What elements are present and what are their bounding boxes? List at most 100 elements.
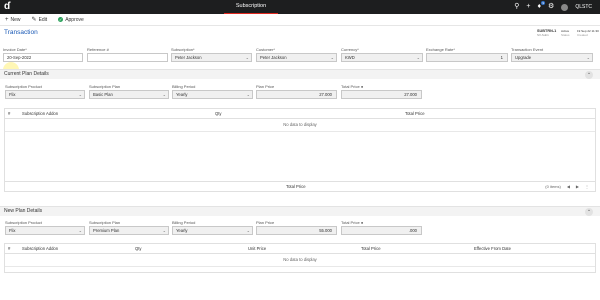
app-logo-icon[interactable]: ɗ [4, 2, 14, 12]
currency-field: Currency* KWD ⌄ [341, 47, 423, 62]
new-price-value: 55.000 [319, 228, 332, 233]
invoice-date-value: 20-Sep-2022 [7, 55, 32, 60]
created-date-caption: Created [577, 33, 588, 37]
chevron-down-icon: ⌄ [246, 92, 250, 97]
topbar-icons: ⚲ + ♦ 9 ⚙ QLSTC [514, 0, 592, 14]
bell-icon[interactable]: ♦ 9 [537, 0, 546, 14]
company-name[interactable]: QLSTC [575, 4, 592, 10]
app-title-tab[interactable]: Subscription [224, 0, 278, 14]
chevron-down-icon: ⌄ [162, 228, 166, 233]
chevron-down-icon: ⌄ [78, 92, 82, 97]
col-header-addon[interactable]: Subscription Addon [19, 109, 212, 118]
new-product-field: Subscription Product Flix ⌄ [5, 220, 85, 235]
new-product-label: Subscription Product [5, 220, 42, 225]
top-navigation-bar: ɗ Subscription ⚲ + ♦ 9 ⚙ QLSTC [0, 0, 600, 14]
transaction-event-value: Upgrade [515, 55, 532, 60]
new-plan-label: Subscription Plan [89, 220, 121, 225]
current-price-label: Plan Price [256, 84, 275, 89]
new-billing-input[interactable]: Yearly ⌄ [172, 226, 253, 235]
transaction-event-input[interactable]: Upgrade ⌄ [511, 53, 593, 62]
new-plan-value: Premium Plan [93, 228, 120, 233]
new-billing-label: Billing Period [172, 220, 196, 225]
transaction-event-field: Transaction Event Upgrade ⌄ [511, 47, 593, 62]
col-header-addon[interactable]: Subscription Addon [19, 244, 132, 253]
col-header-total[interactable]: Total Price [402, 109, 592, 118]
approve-button-label: Approve [65, 16, 84, 23]
new-product-input[interactable]: Flix ⌄ [5, 226, 85, 235]
current-product-label: Subscription Product [5, 84, 42, 89]
new-plan-input[interactable]: Premium Plan ⌄ [89, 226, 169, 235]
table-footer: Total Price (0 items) ◀ ▶ ⋮ [5, 181, 595, 191]
reference-label: Reference # [87, 47, 109, 52]
exchange-rate-field: Exchange Rate* 1 [426, 47, 508, 62]
col-header-effective-date[interactable]: Effective From Date [471, 244, 591, 253]
current-plan-section-header: Current Plan Details ⌃ [0, 69, 600, 79]
current-total-input[interactable]: 27.000 [341, 90, 422, 99]
avatar[interactable] [561, 3, 569, 11]
current-plan-label: Subscription Plan [89, 84, 121, 89]
new-price-input[interactable]: 55.000 [256, 226, 337, 235]
table-header: # Subscription Addon Qty Unit Price Tota… [5, 244, 595, 254]
reference-field: Reference # [87, 47, 168, 62]
new-total-input[interactable]: .000 [341, 226, 422, 235]
chevron-up-icon[interactable]: ⌃ [585, 71, 593, 79]
new-plan-section-header: New Plan Details ⌃ [0, 206, 600, 216]
new-plan-title: New Plan Details [4, 208, 43, 214]
current-total-label: Total Price ● [341, 84, 422, 89]
items-count: (0 items) [545, 184, 561, 189]
exchange-rate-input[interactable]: 1 [426, 53, 508, 62]
prev-page-icon[interactable]: ◀ [567, 182, 570, 192]
current-price-value: 27.000 [319, 92, 332, 97]
currency-value: KWD [345, 55, 355, 60]
current-price-field: Plan Price 27.000 [256, 84, 337, 99]
new-button[interactable]: + New [5, 17, 21, 23]
customer-label: Customer* [256, 47, 275, 52]
col-header-qty[interactable]: Qty [212, 109, 402, 118]
more-icon[interactable]: ⋮ [585, 182, 589, 192]
empty-state-text: No data to display [5, 119, 595, 132]
new-price-label: Plan Price [256, 220, 275, 225]
current-product-value: Flix [9, 92, 16, 97]
created-date: 19 Sep 22 11:30 Created [577, 29, 599, 37]
customer-value: Peter Jackson [260, 55, 287, 60]
currency-input[interactable]: KWD ⌄ [341, 53, 423, 62]
col-header-index: # [8, 111, 11, 116]
new-billing-value: Yearly [176, 228, 188, 233]
new-price-field: Plan Price 55.000 [256, 220, 337, 235]
customer-field: Customer* Peter Jackson ⌄ [256, 47, 337, 62]
current-plan-field: Subscription Plan Basic Plan ⌄ [89, 84, 169, 99]
current-billing-input[interactable]: Yearly ⌄ [172, 90, 253, 99]
col-header-index: # [8, 246, 11, 251]
current-price-input[interactable]: 27.000 [256, 90, 337, 99]
new-total-field: Total Price ● .000 [341, 220, 422, 235]
plus-icon[interactable]: + [526, 0, 530, 14]
current-plan-value: Basic Plan [93, 92, 113, 97]
current-billing-field: Billing Period Yearly ⌄ [172, 84, 253, 99]
gear-icon[interactable]: ⚙ [548, 0, 554, 14]
col-header-total[interactable]: Total Price [358, 244, 471, 253]
pager: (0 items) ◀ ▶ ⋮ [545, 182, 589, 192]
current-total-label-text: Total Price [341, 84, 360, 89]
subscription-input[interactable]: Peter Jackson ⌄ [171, 53, 252, 62]
exchange-rate-value: 1 [500, 55, 503, 60]
chevron-down-icon: ⌄ [78, 228, 82, 233]
current-plan-title: Current Plan Details [4, 71, 49, 77]
invoice-date-label: Invoice Date* [3, 47, 27, 52]
current-plan-input[interactable]: Basic Plan ⌄ [89, 90, 169, 99]
col-header-qty[interactable]: Qty [132, 244, 245, 253]
info-icon: ● [360, 220, 364, 225]
table-header: # Subscription Addon Qty Total Price [5, 109, 595, 119]
next-page-icon[interactable]: ▶ [576, 182, 579, 192]
approve-button[interactable]: ✓ Approve [58, 17, 84, 23]
chevron-down-icon: ⌄ [246, 228, 250, 233]
search-icon[interactable]: ⚲ [514, 0, 519, 14]
invoice-date-input[interactable]: 20-Sep-2022 [3, 53, 83, 62]
exchange-rate-label: Exchange Rate* [426, 47, 455, 52]
customer-input[interactable]: Peter Jackson ⌄ [256, 53, 337, 62]
chevron-down-icon: ⌄ [416, 55, 420, 60]
chevron-up-icon[interactable]: ⌃ [585, 208, 593, 216]
reference-input[interactable] [87, 53, 168, 62]
col-header-unit-price[interactable]: Unit Price [245, 244, 358, 253]
current-product-input[interactable]: Flix ⌄ [5, 90, 85, 99]
edit-button[interactable]: ✎ Edit [32, 16, 48, 24]
